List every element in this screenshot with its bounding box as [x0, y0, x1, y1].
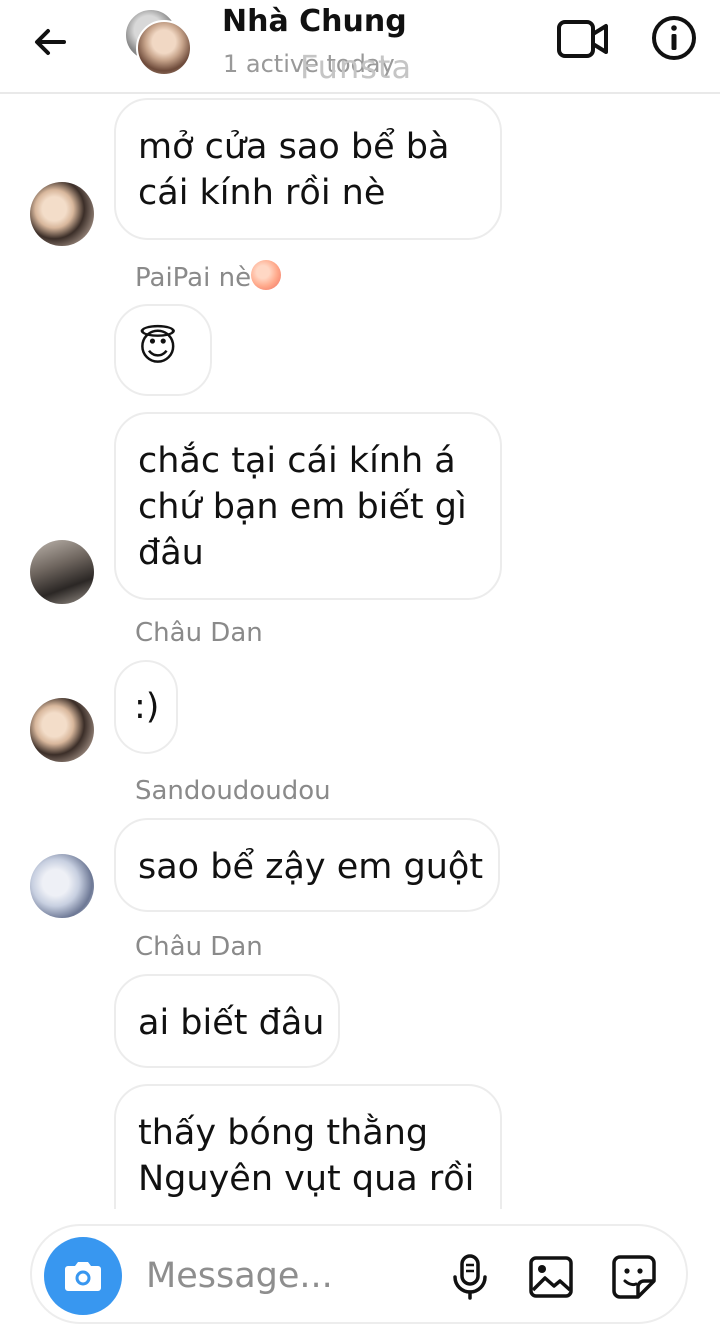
info-button[interactable] — [650, 14, 698, 62]
watermark: Funsta — [300, 48, 413, 86]
message-composer — [0, 1209, 720, 1327]
sender-name: Châu Dan — [135, 618, 263, 648]
sender-name: PaiPai nè — [135, 260, 282, 293]
chat-title[interactable]: Nhà Chung — [222, 4, 407, 39]
arrow-left-icon — [35, 29, 66, 55]
sender-name-text: PaiPai nè — [135, 263, 252, 293]
chat-header: Nhà Chung 1 active today Funsta — [0, 0, 720, 94]
message-bubble[interactable]: thấy bóng thằng Nguyên vụt qua rồi — [114, 1084, 502, 1209]
group-avatar[interactable] — [124, 8, 194, 76]
sticker-icon — [612, 1255, 656, 1299]
video-call-button[interactable] — [556, 18, 610, 60]
video-camera-icon — [557, 20, 608, 58]
member-avatar-2 — [136, 20, 192, 76]
sender-avatar[interactable] — [30, 854, 94, 918]
camera-icon — [65, 1262, 101, 1291]
sender-avatar[interactable] — [30, 182, 94, 246]
message-bubble[interactable]: sao bể zậy em guột — [114, 818, 500, 912]
camera-button[interactable] — [44, 1237, 122, 1315]
message-bubble[interactable]: mở cửa sao bể bà cái kính rồi nè — [114, 98, 502, 240]
message-list[interactable]: mở cửa sao bể bà cái kính rồi nè PaiPai … — [0, 92, 720, 1209]
message-input[interactable] — [146, 1251, 426, 1301]
peach-emoji — [251, 260, 282, 290]
sender-avatar[interactable] — [30, 698, 94, 762]
back-button[interactable] — [30, 22, 70, 62]
sender-avatar[interactable] — [30, 540, 94, 604]
sticker-button[interactable] — [610, 1253, 658, 1301]
microphone-icon — [453, 1254, 487, 1300]
info-icon — [652, 16, 696, 60]
sender-name: Sandoudoudou — [135, 776, 331, 806]
voice-message-button[interactable] — [450, 1253, 490, 1301]
message-bubble[interactable]: 😇 — [114, 304, 212, 396]
sender-name: Châu Dan — [135, 932, 263, 962]
message-bubble[interactable]: ai biết đâu — [114, 974, 340, 1068]
message-bubble[interactable]: :) — [114, 660, 178, 754]
gallery-button[interactable] — [528, 1255, 574, 1299]
message-bubble[interactable]: chắc tại cái kính á chứ bạn em biết gì đ… — [114, 412, 502, 600]
image-icon — [529, 1256, 573, 1298]
